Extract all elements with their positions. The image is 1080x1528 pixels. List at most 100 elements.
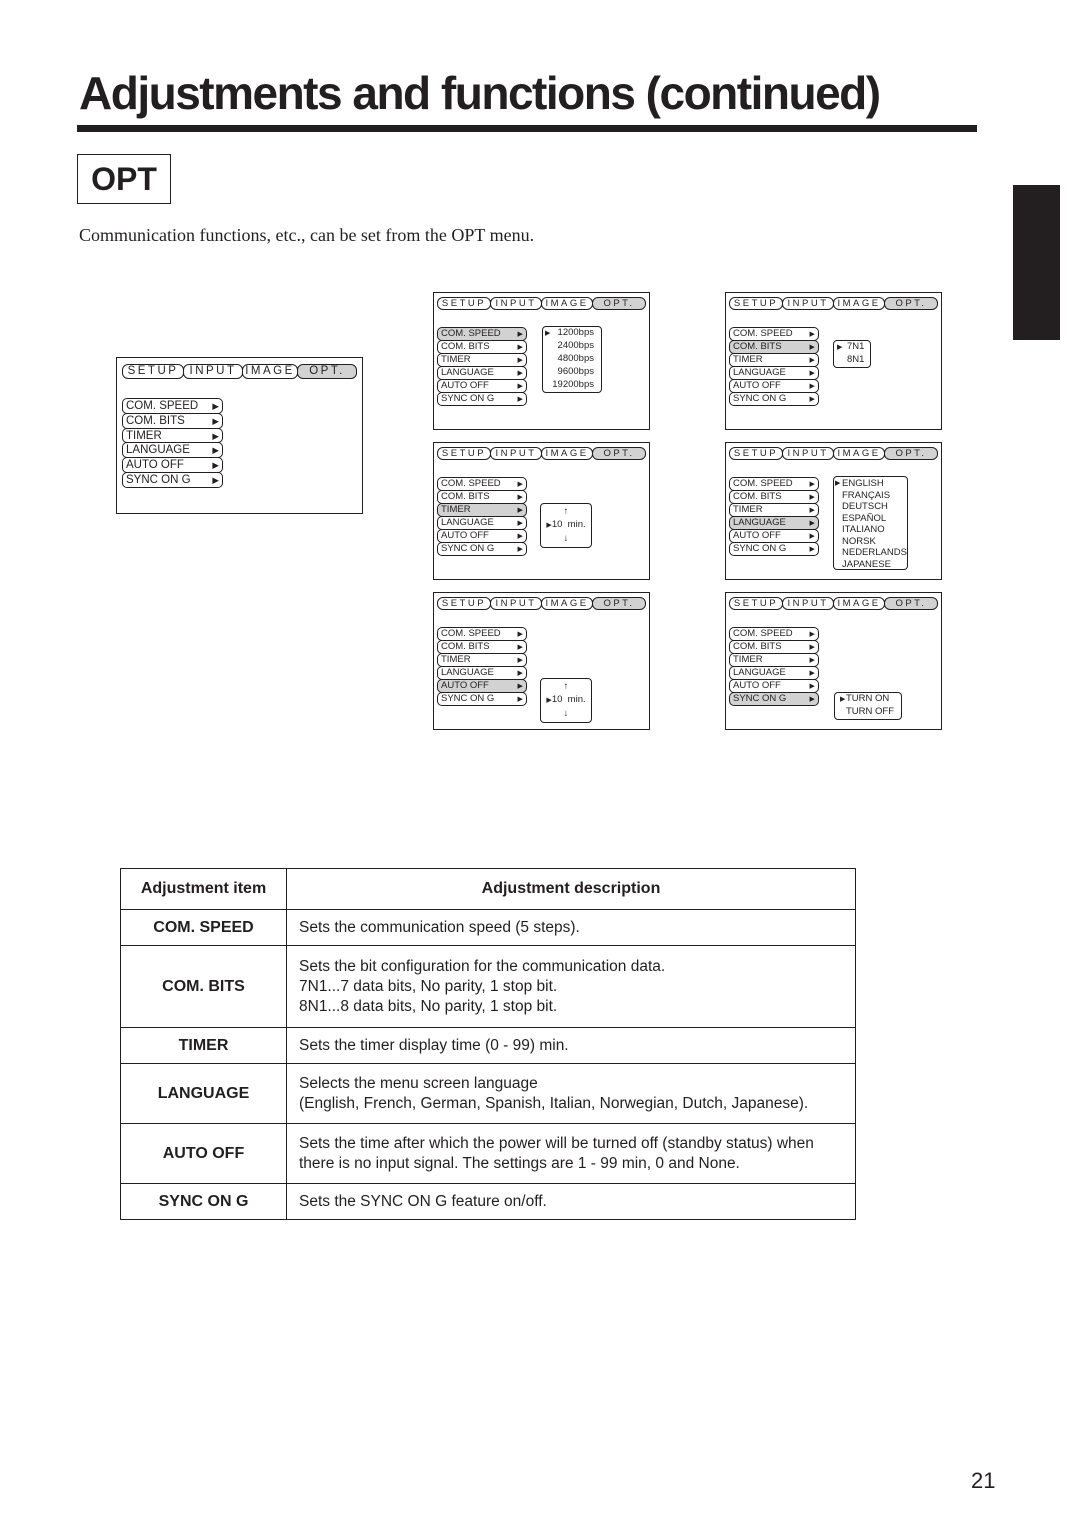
osd-menu-item[interactable]: COM. BITS ▶ <box>729 340 819 354</box>
osd-menu-item[interactable]: COM. BITS ▶ <box>437 340 527 354</box>
submenu-option[interactable]: ▶ TURN ON <box>835 693 901 706</box>
submenu-option[interactable]: ▶ ENGLISH <box>834 478 907 490</box>
osd-tab-input[interactable]: INPUT <box>490 297 542 310</box>
header-adjustment-description: Adjustment description <box>286 868 856 910</box>
osd-menu-item[interactable]: LANGUAGE ▶ <box>437 366 527 380</box>
osd-tab-image[interactable]: IMAGE <box>242 364 298 379</box>
osd-menu-item[interactable]: COM. BITS ▶ <box>729 640 819 654</box>
osd-menu-item[interactable]: COM. SPEED ▶ <box>437 477 527 491</box>
submenu-option[interactable]: ▶ 1200bps <box>543 327 594 340</box>
osd-menu-item[interactable]: LANGUAGE ▶ <box>729 366 819 380</box>
osd-menu-item[interactable]: SYNC ON G ▶ <box>122 471 223 488</box>
submenu-option[interactable]: ITALIANO <box>834 524 907 536</box>
osd-menu-item[interactable]: COM. BITS ▶ <box>729 490 819 504</box>
osd-menu-item[interactable]: AUTO OFF ▶ <box>729 379 819 393</box>
osd-tab-input[interactable]: INPUT <box>490 447 542 460</box>
osd-tab-setup[interactable]: SETUP <box>437 597 491 610</box>
submenu-option[interactable]: ▶ 7N1 <box>834 341 870 354</box>
adjustment-description: Sets the timer display time (0 - 99) min… <box>286 1027 856 1064</box>
osd-menu-item[interactable]: COM. SPEED ▶ <box>437 327 527 341</box>
osd-tab-opt[interactable]: OPT. <box>592 297 646 310</box>
osd-menu-item[interactable]: SYNC ON G ▶ <box>729 392 819 406</box>
osd-menu-item[interactable]: AUTO OFF ▶ <box>437 379 527 393</box>
osd-tab-setup[interactable]: SETUP <box>729 597 783 610</box>
submenu-option[interactable]: TURN OFF <box>835 706 901 719</box>
osd-menu-item[interactable]: TIMER ▶ <box>729 503 819 517</box>
submenu-option[interactable]: ESPAÑOL <box>834 513 907 525</box>
osd-tab-input[interactable]: INPUT <box>782 447 834 460</box>
osd-menu-item[interactable]: COM. BITS ▶ <box>437 640 527 654</box>
osd-tab-opt[interactable]: OPT. <box>592 597 646 610</box>
submenu-option[interactable]: FRANÇAIS <box>834 490 907 502</box>
submenu-option[interactable]: DEUTSCH <box>834 501 907 513</box>
osd-tab-opt[interactable]: OPT. <box>592 447 646 460</box>
osd-menu-item[interactable]: TIMER ▶ <box>729 653 819 667</box>
submenu-option[interactable]: NEDERLANDS <box>834 547 907 559</box>
osd-menu-item[interactable]: AUTO OFF ▶ <box>729 679 819 693</box>
osd-tab-bar: SETUP INPUT IMAGE OPT. <box>729 597 938 610</box>
osd-menu-item[interactable]: TIMER ▶ <box>437 653 527 667</box>
osd-tab-image[interactable]: IMAGE <box>833 297 885 310</box>
osd-menu-item[interactable]: SYNC ON G ▶ <box>437 392 527 406</box>
osd-menu-item[interactable]: TIMER ▶ <box>122 427 223 444</box>
osd-menu-item[interactable]: COM. SPEED ▶ <box>729 627 819 641</box>
osd-menu-item[interactable]: LANGUAGE ▶ <box>729 516 819 530</box>
osd-tab-input[interactable]: INPUT <box>183 364 243 379</box>
osd-tab-setup[interactable]: SETUP <box>437 447 491 460</box>
osd-menu-item[interactable]: COM. SPEED ▶ <box>729 327 819 341</box>
submenu-option[interactable]: 8N1 <box>834 354 870 367</box>
osd-menu-item[interactable]: LANGUAGE ▶ <box>122 442 223 459</box>
osd-tab-opt[interactable]: OPT. <box>884 447 938 460</box>
osd-menu-item[interactable]: SYNC ON G ▶ <box>437 542 527 556</box>
down-arrow-icon[interactable]: ↓ <box>541 532 591 545</box>
osd-menu-item[interactable]: SYNC ON G ▶ <box>729 542 819 556</box>
up-arrow-icon[interactable]: ↑ <box>541 680 591 693</box>
osd-menu-item[interactable]: AUTO OFF ▶ <box>729 529 819 543</box>
osd-tab-image[interactable]: IMAGE <box>833 447 885 460</box>
submenu-option[interactable]: JAPANESE <box>834 559 907 571</box>
osd-menu-item[interactable]: LANGUAGE ▶ <box>437 516 527 530</box>
osd-menu-item[interactable]: TIMER ▶ <box>437 353 527 367</box>
osd-menu-item[interactable]: AUTO OFF ▶ <box>437 529 527 543</box>
submenu-option[interactable]: 4800bps <box>543 353 594 366</box>
osd-menu-item[interactable]: TIMER ▶ <box>437 503 527 517</box>
submenu-arrow-icon: ▶ <box>809 695 815 703</box>
osd-tab-setup[interactable]: SETUP <box>122 364 184 379</box>
osd-tab-setup[interactable]: SETUP <box>729 297 783 310</box>
osd-menu-item[interactable]: COM. SPEED ▶ <box>437 627 527 641</box>
osd-tab-image[interactable]: IMAGE <box>833 597 885 610</box>
osd-menu-item[interactable]: COM. SPEED ▶ <box>122 398 223 414</box>
submenu-option[interactable]: 19200bps <box>543 379 594 392</box>
osd-menu-item[interactable]: COM. BITS ▶ <box>122 412 223 429</box>
osd-menu-item[interactable]: SYNC ON G ▶ <box>437 692 527 706</box>
osd-tab-input[interactable]: INPUT <box>782 597 834 610</box>
osd-menu-item[interactable]: LANGUAGE ▶ <box>437 666 527 680</box>
osd-tab-opt[interactable]: OPT. <box>297 364 357 379</box>
submenu-option[interactable]: NORSK <box>834 536 907 548</box>
osd-tab-opt[interactable]: OPT. <box>884 597 938 610</box>
submenu-arrow-icon: ▶ <box>517 493 523 501</box>
osd-menu-item-label: TIMER <box>441 354 471 365</box>
submenu-option[interactable]: 9600bps <box>543 366 594 379</box>
osd-menu-item[interactable]: COM. SPEED ▶ <box>729 477 819 491</box>
osd-menu-item[interactable]: COM. BITS ▶ <box>437 490 527 504</box>
osd-tab-image[interactable]: IMAGE <box>541 447 593 460</box>
osd-menu-list: COM. SPEED ▶ COM. BITS ▶ TIMER ▶ LANGUAGE ▶ AUTO… <box>437 477 527 556</box>
osd-tab-setup[interactable]: SETUP <box>437 297 491 310</box>
osd-tab-input[interactable]: INPUT <box>490 597 542 610</box>
down-arrow-icon[interactable]: ↓ <box>541 707 591 720</box>
submenu-arrow-icon: ▶ <box>517 343 523 351</box>
osd-tab-image[interactable]: IMAGE <box>541 297 593 310</box>
submenu-option[interactable]: 2400bps <box>543 340 594 353</box>
description-line: (English, French, German, Spanish, Itali… <box>299 1094 809 1112</box>
osd-menu-item[interactable]: AUTO OFF ▶ <box>122 457 223 473</box>
osd-tab-input[interactable]: INPUT <box>782 297 834 310</box>
osd-tab-image[interactable]: IMAGE <box>541 597 593 610</box>
osd-menu-item[interactable]: SYNC ON G ▶ <box>729 692 819 706</box>
osd-tab-opt[interactable]: OPT. <box>884 297 938 310</box>
up-arrow-icon[interactable]: ↑ <box>541 505 591 518</box>
osd-menu-item[interactable]: AUTO OFF ▶ <box>437 679 527 693</box>
osd-tab-setup[interactable]: SETUP <box>729 447 783 460</box>
osd-menu-item[interactable]: TIMER ▶ <box>729 353 819 367</box>
osd-menu-item[interactable]: LANGUAGE ▶ <box>729 666 819 680</box>
